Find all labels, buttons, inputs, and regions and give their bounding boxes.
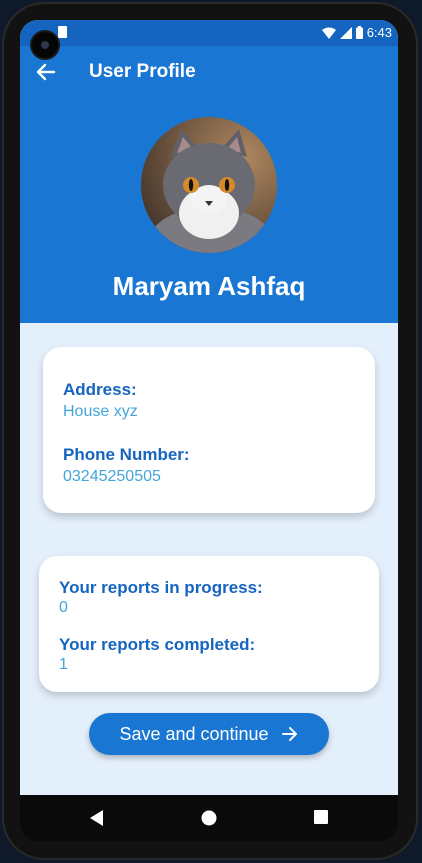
completed-label: Your reports completed: [59, 635, 256, 654]
in-progress-label: Your reports in progress: [59, 578, 263, 597]
app-bar: User Profile [20, 46, 398, 99]
status-bar: 6:43 [20, 20, 398, 46]
front-camera [32, 32, 58, 58]
arrow-right-icon [281, 727, 297, 741]
contact-card: Address: House xyz Phone Number: 0324525… [43, 347, 375, 513]
app-screen: 6:43 User Profile Maryam Ashfaq Address:… [20, 20, 398, 795]
nav-home-icon[interactable] [201, 810, 217, 826]
address-label: Address: [63, 380, 137, 399]
phone-label: Phone Number: [63, 445, 190, 464]
in-progress-value: 0 [59, 599, 68, 616]
completed-value: 1 [59, 656, 68, 673]
phone-value: 03245250505 [63, 468, 161, 485]
save-and-continue-button[interactable]: Save and continue [89, 713, 329, 755]
battery-icon [355, 26, 363, 39]
reports-card: Your reports in progress: 0 Your reports… [39, 556, 379, 692]
address-value: House xyz [63, 403, 138, 420]
status-time: 6:43 [366, 25, 392, 40]
user-name: Maryam Ashfaq [112, 271, 306, 301]
sim-card-icon [58, 26, 67, 38]
cat-photo [141, 117, 277, 253]
nav-back-icon[interactable] [90, 810, 104, 826]
save-button-label: Save and continue [119, 723, 269, 744]
signal-icon [339, 26, 352, 39]
wifi-icon [321, 27, 336, 39]
avatar [141, 117, 277, 253]
back-button[interactable] [32, 58, 60, 86]
system-nav-bar [20, 795, 398, 841]
arrow-left-icon [36, 63, 56, 81]
page-title: User Profile [89, 61, 196, 82]
profile-header: Maryam Ashfaq [20, 99, 398, 323]
status-icons: 6:43 [321, 25, 392, 40]
nav-recents-icon[interactable] [314, 810, 328, 824]
